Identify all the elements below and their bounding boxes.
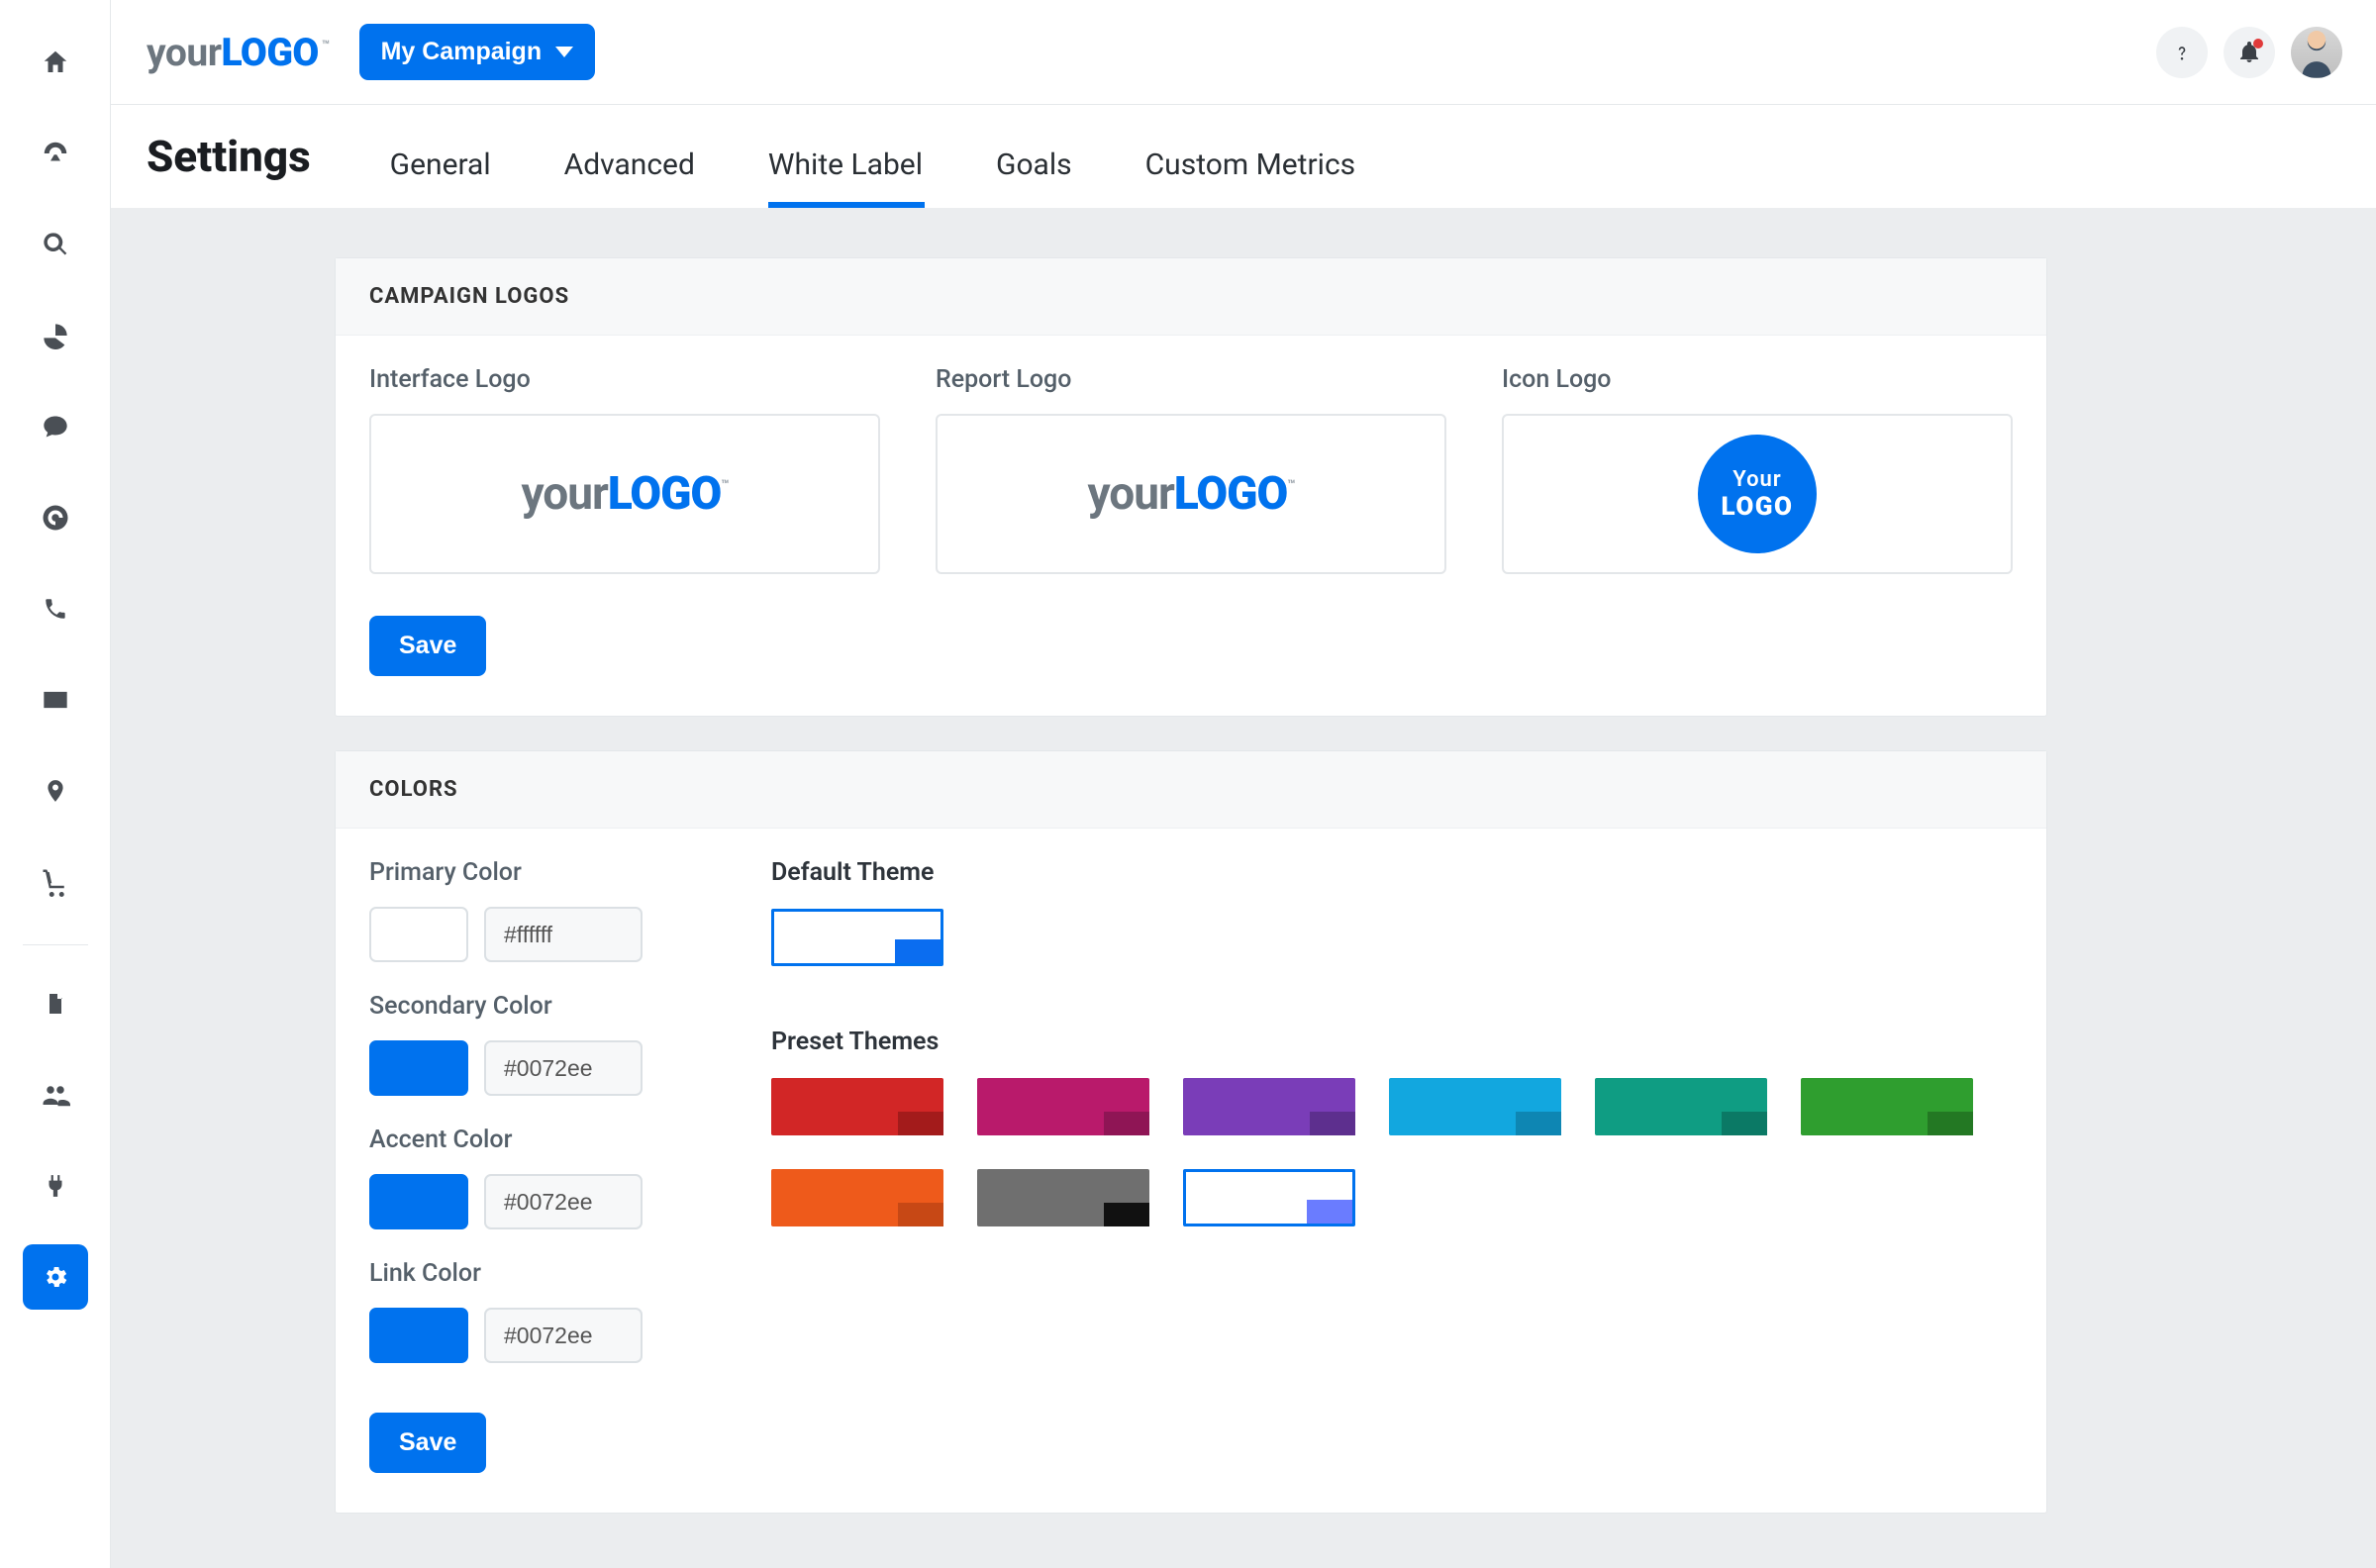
brand-word2: LOGO: [222, 30, 319, 75]
primary-color-label: Primary Color: [369, 858, 726, 887]
preset-theme-2[interactable]: [1183, 1078, 1355, 1135]
brand-tm: ™: [322, 39, 330, 53]
default-theme-tile[interactable]: [771, 909, 943, 966]
brand-logo: yourLOGO™: [147, 30, 330, 75]
page-title: Settings: [147, 131, 311, 208]
topbar: yourLOGO™ My Campaign: [111, 0, 2376, 105]
theme-corner: [898, 1112, 943, 1135]
nav-target[interactable]: [23, 485, 88, 550]
preset-themes-label: Preset Themes: [771, 1028, 2013, 1056]
tab-advanced[interactable]: Advanced: [564, 147, 695, 208]
theme-corner: [1310, 1112, 1355, 1135]
preset-theme-0[interactable]: [771, 1078, 943, 1135]
notifications-button[interactable]: [2224, 27, 2275, 78]
theme-corner: [1722, 1112, 1767, 1135]
report-logo-label: Report Logo: [936, 365, 1446, 394]
preset-theme-1[interactable]: [977, 1078, 1149, 1135]
nav-calls[interactable]: [23, 576, 88, 641]
tab-general[interactable]: General: [390, 147, 491, 208]
sidebar: [0, 0, 111, 1568]
preset-theme-8[interactable]: [1183, 1169, 1355, 1226]
campaign-selector[interactable]: My Campaign: [359, 24, 596, 80]
secondary-color-swatch[interactable]: [369, 1040, 468, 1096]
primary-color-swatch[interactable]: [369, 907, 468, 962]
content: CAMPAIGN LOGOS Interface Logo yourLOGO™ …: [111, 208, 2376, 1568]
icon-logo-upload[interactable]: Your LOGO: [1502, 414, 2013, 574]
nav-ecommerce[interactable]: [23, 849, 88, 915]
report-logo-upload[interactable]: yourLOGO™: [936, 414, 1446, 574]
theme-corner: [1307, 1200, 1352, 1224]
nav-settings[interactable]: [23, 1244, 88, 1310]
default-theme-row: [771, 909, 2013, 966]
tab-custom-metrics[interactable]: Custom Metrics: [1145, 147, 1356, 208]
campaign-logos-card: CAMPAIGN LOGOS Interface Logo yourLOGO™ …: [335, 257, 2047, 717]
default-theme-label: Default Theme: [771, 858, 2013, 887]
accent-color-input[interactable]: [484, 1174, 643, 1229]
link-color-label: Link Color: [369, 1259, 726, 1288]
accent-color-label: Accent Color: [369, 1126, 726, 1154]
subheader: Settings General Advanced White Label Go…: [111, 105, 2376, 208]
nav-documents[interactable]: [23, 971, 88, 1036]
theme-corner: [895, 939, 940, 963]
secondary-color-label: Secondary Color: [369, 992, 726, 1021]
settings-tabs: General Advanced White Label Goals Custo…: [390, 105, 1356, 208]
nav-location[interactable]: [23, 758, 88, 824]
help-button[interactable]: [2156, 27, 2208, 78]
link-color-input[interactable]: [484, 1308, 643, 1363]
preset-theme-5[interactable]: [1801, 1078, 1973, 1135]
preset-themes-row: [771, 1078, 2013, 1226]
preset-theme-6[interactable]: [771, 1169, 943, 1226]
tab-goals[interactable]: Goals: [996, 147, 1072, 208]
primary-color-input[interactable]: [484, 907, 643, 962]
interface-logo-upload[interactable]: yourLOGO™: [369, 414, 880, 574]
notification-dot: [2253, 39, 2263, 49]
accent-color-swatch[interactable]: [369, 1174, 468, 1229]
icon-logo-circle: Your LOGO: [1698, 435, 1817, 553]
nav-divider: [23, 944, 88, 945]
nav-analytics[interactable]: [23, 303, 88, 368]
user-avatar[interactable]: [2291, 27, 2342, 78]
preset-theme-4[interactable]: [1595, 1078, 1767, 1135]
theme-corner: [1928, 1112, 1973, 1135]
nav-home[interactable]: [23, 30, 88, 95]
preset-theme-3[interactable]: [1389, 1078, 1561, 1135]
theme-corner: [1104, 1112, 1149, 1135]
nav-integrations[interactable]: [23, 1153, 88, 1219]
colors-card: COLORS Primary Color: [335, 750, 2047, 1514]
nav-search[interactable]: [23, 212, 88, 277]
theme-corner: [898, 1203, 943, 1226]
secondary-color-input[interactable]: [484, 1040, 643, 1096]
interface-logo-label: Interface Logo: [369, 365, 880, 394]
save-logos-button[interactable]: Save: [369, 616, 486, 676]
icon-logo-label: Icon Logo: [1502, 365, 2013, 394]
chevron-down-icon: [555, 47, 573, 57]
link-color-swatch[interactable]: [369, 1308, 468, 1363]
nav-email[interactable]: [23, 667, 88, 733]
theme-corner: [1104, 1203, 1149, 1226]
card-header-logos: CAMPAIGN LOGOS: [336, 258, 2046, 336]
preset-theme-7[interactable]: [977, 1169, 1149, 1226]
brand-word1: your: [147, 30, 222, 75]
save-colors-button[interactable]: Save: [369, 1413, 486, 1473]
tab-white-label[interactable]: White Label: [768, 147, 923, 208]
nav-dashboard[interactable]: [23, 121, 88, 186]
theme-corner: [1516, 1112, 1561, 1135]
nav-users[interactable]: [23, 1062, 88, 1127]
campaign-selector-label: My Campaign: [381, 38, 543, 66]
card-header-colors: COLORS: [336, 751, 2046, 829]
nav-comments[interactable]: [23, 394, 88, 459]
